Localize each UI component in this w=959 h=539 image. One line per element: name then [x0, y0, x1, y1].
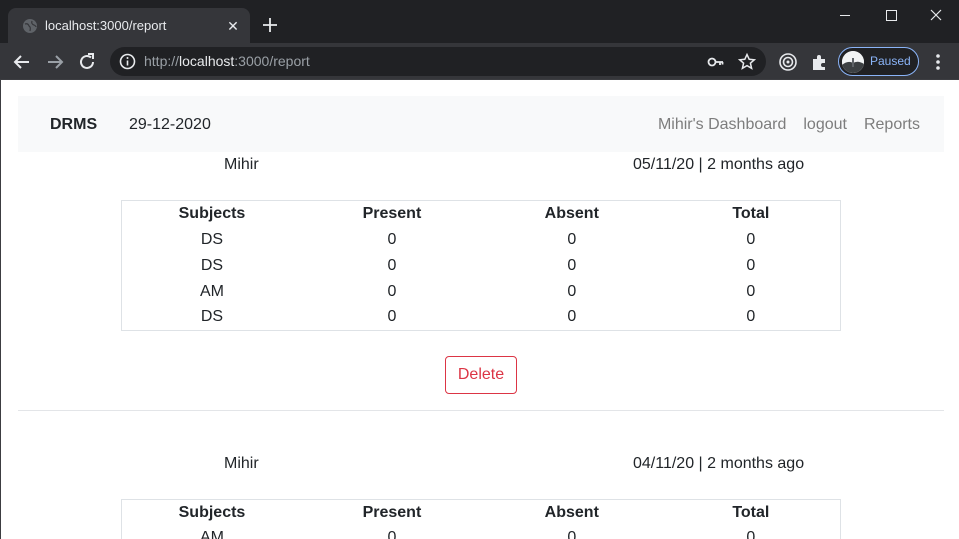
- browser-tab-strip: localhost:3000/report ✕: [0, 0, 959, 43]
- new-tab-icon[interactable]: [258, 13, 282, 37]
- navbar-links: Mihir's Dashboard logout Reports: [658, 116, 920, 134]
- reload-icon[interactable]: [74, 49, 100, 75]
- site-navbar: DRMS 29-12-2020 Mihir's Dashboard logout…: [18, 96, 944, 152]
- cell-absent: 0: [567, 256, 577, 274]
- tab-title: localhost:3000/report: [45, 18, 167, 33]
- column-header-subjects: Subjects: [178, 503, 246, 521]
- attendance-table: Subjects Present Absent Total AM 0 0 0: [121, 499, 841, 539]
- cell-present: 0: [387, 230, 397, 248]
- column-header-total: Total: [732, 204, 770, 222]
- cell-subject: DS: [200, 256, 224, 274]
- cell-subject: AM: [199, 529, 224, 539]
- cell-absent: 0: [567, 308, 577, 326]
- cell-total: 0: [746, 308, 756, 326]
- tab-close-icon[interactable]: ✕: [224, 17, 242, 35]
- profile-status-label: Paused: [870, 54, 911, 68]
- avatar: [842, 51, 864, 73]
- report-date: 05/11/20 | 2 months ago: [633, 156, 805, 173]
- column-header-present: Present: [362, 503, 422, 521]
- cell-total: 0: [746, 230, 756, 248]
- cell-absent: 0: [567, 529, 577, 539]
- cell-subject: DS: [200, 230, 224, 248]
- nav-link-dashboard[interactable]: Mihir's Dashboard: [658, 116, 786, 134]
- globe-icon: [23, 19, 37, 33]
- table-row: DS 0 0 0: [122, 227, 841, 253]
- table-row: DS 0 0 0: [122, 253, 841, 279]
- key-icon[interactable]: [706, 52, 726, 72]
- cell-absent: 0: [567, 282, 577, 300]
- cell-present: 0: [387, 308, 397, 326]
- column-header-total: Total: [732, 503, 770, 521]
- cell-present: 0: [387, 529, 397, 539]
- url-text: http://localhost:3000/report: [144, 53, 310, 69]
- report-student-name: Mihir: [224, 156, 259, 173]
- cell-total: 0: [746, 282, 756, 300]
- delete-button[interactable]: Delete: [445, 356, 517, 394]
- cell-present: 0: [387, 256, 397, 274]
- page-viewport: DRMS 29-12-2020 Mihir's Dashboard logout…: [0, 80, 959, 539]
- table-row: AM 0 0 0: [122, 526, 841, 539]
- navbar-date: 29-12-2020: [129, 116, 211, 133]
- nav-link-reports[interactable]: Reports: [864, 116, 920, 134]
- column-header-absent: Absent: [544, 204, 599, 222]
- cell-present: 0: [387, 282, 397, 300]
- nav-link-logout[interactable]: logout: [803, 116, 847, 134]
- report-divider: [18, 410, 944, 411]
- bookmark-star-icon[interactable]: [737, 52, 757, 72]
- browser-toolbar: http://localhost:3000/report Paused: [0, 43, 959, 80]
- address-bar[interactable]: http://localhost:3000/report: [110, 47, 766, 76]
- navbar-brand[interactable]: DRMS: [50, 116, 97, 134]
- table-row: DS 0 0 0: [122, 305, 841, 331]
- table-row: AM 0 0 0: [122, 279, 841, 305]
- profile-paused-button[interactable]: Paused: [838, 47, 919, 76]
- attendance-table: Subjects Present Absent Total DS 0 0 0 D…: [121, 200, 841, 331]
- cell-subject: AM: [199, 282, 224, 300]
- back-arrow-icon[interactable]: [9, 49, 35, 75]
- cell-total: 0: [746, 256, 756, 274]
- cell-total: 0: [746, 529, 756, 539]
- browser-tab[interactable]: localhost:3000/report ✕: [8, 8, 250, 43]
- kebab-menu-icon[interactable]: [925, 49, 951, 75]
- maximize-icon[interactable]: [868, 0, 914, 30]
- puzzle-extensions-icon[interactable]: [807, 49, 833, 75]
- site-info-icon[interactable]: [119, 53, 136, 70]
- table-header-row: Subjects Present Absent Total: [122, 201, 841, 227]
- cell-absent: 0: [567, 230, 577, 248]
- column-header-present: Present: [362, 204, 422, 222]
- extension-target-icon[interactable]: [775, 49, 801, 75]
- column-header-subjects: Subjects: [178, 204, 246, 222]
- report-date: 04/11/20 | 2 months ago: [633, 455, 805, 472]
- forward-arrow-icon[interactable]: [42, 49, 68, 75]
- column-header-absent: Absent: [544, 503, 599, 521]
- window-close-icon[interactable]: [913, 0, 959, 30]
- report-student-name: Mihir: [224, 455, 259, 472]
- cell-subject: DS: [200, 308, 224, 326]
- minimize-icon[interactable]: [822, 0, 868, 30]
- table-header-row: Subjects Present Absent Total: [122, 500, 841, 526]
- profile-picture-icon: [842, 51, 864, 73]
